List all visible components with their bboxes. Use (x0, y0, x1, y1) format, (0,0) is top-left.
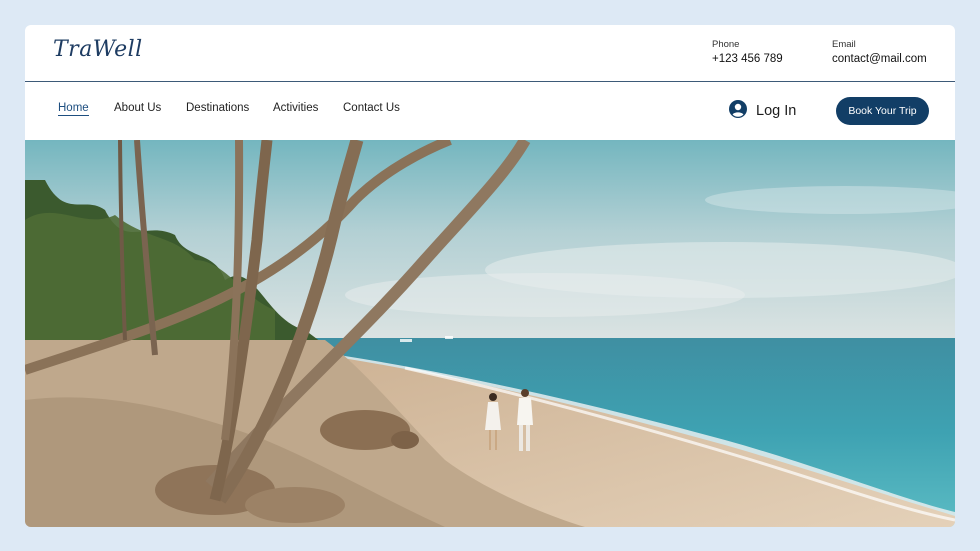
website-frame: TraWell Phone +123 456 789 Email contact… (25, 25, 955, 527)
brand-logo[interactable]: TraWell (53, 37, 143, 62)
main-nav: Home About Us Destinations Activities Co… (25, 82, 955, 140)
phone-contact: Phone +123 456 789 (712, 39, 783, 65)
hero-image (25, 135, 955, 527)
nav-item-activities[interactable]: Activities (273, 102, 318, 114)
email-label: Email (832, 39, 856, 50)
email-contact: Email contact@mail.com (832, 39, 927, 65)
nav-item-home[interactable]: Home (58, 102, 89, 116)
phone-label: Phone (712, 39, 740, 50)
book-trip-button[interactable]: Book Your Trip (836, 97, 929, 125)
email-value[interactable]: contact@mail.com (832, 53, 927, 65)
user-circle-icon (729, 99, 747, 123)
top-header: TraWell Phone +123 456 789 Email contact… (25, 25, 955, 82)
nav-item-about-us[interactable]: About Us (114, 102, 161, 114)
login-label: Log In (756, 103, 797, 119)
nav-item-destinations[interactable]: Destinations (186, 102, 249, 114)
beach-scene (25, 135, 955, 527)
phone-value[interactable]: +123 456 789 (712, 53, 783, 65)
login-button[interactable]: Log In (729, 99, 797, 123)
nav-item-contact-us[interactable]: Contact Us (343, 102, 400, 114)
